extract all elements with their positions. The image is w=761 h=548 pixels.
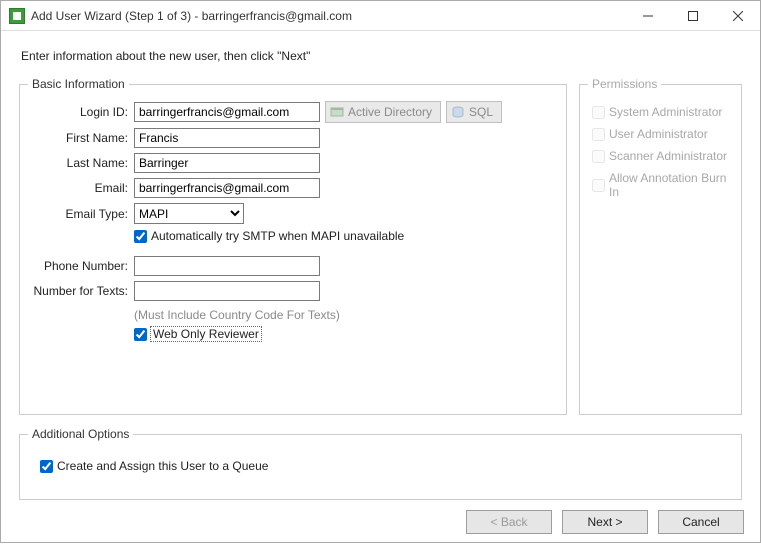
- texts-label: Number for Texts:: [28, 284, 134, 298]
- texts-hint: (Must Include Country Code For Texts): [134, 308, 340, 322]
- permissions-legend: Permissions: [588, 77, 661, 91]
- perm-system-admin: System Administrator: [592, 105, 733, 119]
- window-title: Add User Wizard (Step 1 of 3) - barringe…: [31, 9, 625, 23]
- sql-icon: [451, 105, 465, 119]
- phone-label: Phone Number:: [28, 259, 134, 273]
- close-button[interactable]: [715, 1, 760, 30]
- app-icon: [9, 8, 25, 24]
- smtp-fallback-checkbox[interactable]: Automatically try SMTP when MAPI unavail…: [134, 229, 404, 243]
- web-only-reviewer-checkbox[interactable]: Web Only Reviewer: [134, 327, 261, 341]
- email-label: Email:: [28, 181, 134, 195]
- perm-scanner-admin: Scanner Administrator: [592, 149, 733, 163]
- last-name-label: Last Name:: [28, 156, 134, 170]
- perm-user-admin: User Administrator: [592, 127, 733, 141]
- login-id-input[interactable]: [134, 102, 320, 122]
- email-type-select[interactable]: MAPI: [134, 203, 244, 224]
- first-name-input[interactable]: [134, 128, 320, 148]
- active-directory-button[interactable]: Active Directory: [325, 101, 441, 123]
- permissions-group: Permissions System Administrator User Ad…: [579, 77, 742, 415]
- last-name-input[interactable]: [134, 153, 320, 173]
- sql-button[interactable]: SQL: [446, 101, 502, 123]
- first-name-label: First Name:: [28, 131, 134, 145]
- instruction-text: Enter information about the new user, th…: [19, 41, 742, 77]
- perm-annotation-burn: Allow Annotation Burn In: [592, 171, 733, 199]
- additional-legend: Additional Options: [28, 427, 133, 441]
- email-input[interactable]: [134, 178, 320, 198]
- additional-options-group: Additional Options Create and Assign thi…: [19, 427, 742, 500]
- minimize-button[interactable]: [625, 1, 670, 30]
- login-label: Login ID:: [28, 105, 134, 119]
- phone-input[interactable]: [134, 256, 320, 276]
- email-type-label: Email Type:: [28, 207, 134, 221]
- texts-input[interactable]: [134, 281, 320, 301]
- basic-information-group: Basic Information Login ID: Active Direc…: [19, 77, 567, 415]
- cancel-button[interactable]: Cancel: [658, 510, 744, 534]
- next-button[interactable]: Next >: [562, 510, 648, 534]
- back-button[interactable]: < Back: [466, 510, 552, 534]
- title-bar: Add User Wizard (Step 1 of 3) - barringe…: [1, 1, 760, 31]
- active-directory-icon: [330, 105, 344, 119]
- basic-legend: Basic Information: [28, 77, 129, 91]
- dialog-footer: < Back Next > Cancel: [1, 500, 760, 548]
- maximize-button[interactable]: [670, 1, 715, 30]
- create-assign-queue-checkbox[interactable]: Create and Assign this User to a Queue: [28, 451, 733, 491]
